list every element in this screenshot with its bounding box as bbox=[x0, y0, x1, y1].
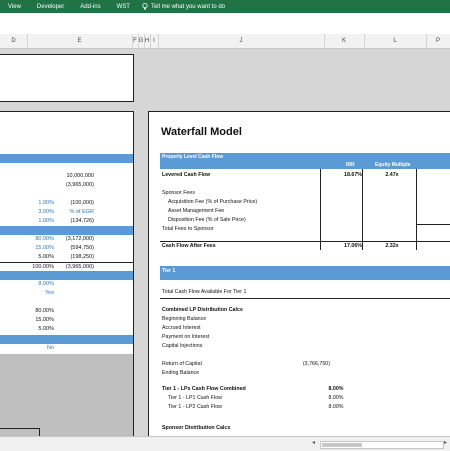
input-row[interactable]: 1.00% (100,000) bbox=[0, 199, 133, 208]
tier-1-header: Tier 1 bbox=[160, 266, 450, 280]
input-row[interactable]: No bbox=[0, 344, 133, 353]
cell-border bbox=[0, 428, 39, 429]
column-header-k[interactable]: K bbox=[324, 34, 365, 48]
input-row[interactable]: 1.00% (134,726) bbox=[0, 217, 133, 226]
tab-wst[interactable]: WST bbox=[109, 4, 138, 10]
tab-add-ins[interactable]: Add-ins bbox=[72, 4, 108, 10]
waterfall-panel: Waterfall Model Property Level Cash Flow… bbox=[148, 111, 450, 443]
scroll-track[interactable] bbox=[320, 441, 444, 449]
combined-lp-row[interactable]: Combined LP Distribution Calcs bbox=[160, 306, 450, 315]
return-of-capital-row[interactable]: Return of Capital (3,766,750) bbox=[160, 360, 450, 369]
column-header-p[interactable]: P bbox=[426, 34, 450, 48]
tell-me-box[interactable]: Tell me what you want to do bbox=[138, 3, 225, 10]
worksheet-area[interactable]: 10,000,000 (3,965,000) 1.00% (100,000) 3.… bbox=[0, 49, 450, 443]
equity-multiple-header: Equity Multiple bbox=[375, 162, 411, 168]
irr-header: IRR bbox=[346, 162, 355, 168]
section-header-bar bbox=[0, 335, 133, 344]
row-divider bbox=[160, 298, 450, 299]
input-row[interactable]: 80.00% (3,172,000) bbox=[0, 235, 133, 244]
section-header-bar bbox=[0, 226, 133, 235]
tell-me-text: Tell me what you want to do bbox=[150, 3, 225, 10]
section-header-bar bbox=[0, 154, 133, 163]
input-row[interactable]: 3.00%% of EGR bbox=[0, 208, 133, 217]
ending-balance-row[interactable]: Ending Balance bbox=[160, 369, 450, 378]
tier-1-lps-row[interactable]: Tier 1 - LPs Cash Flow Combined 8.00% bbox=[160, 385, 450, 394]
acquisition-fee-row[interactable]: Acquisition Fee (% of Purchase Price) bbox=[160, 198, 450, 207]
input-row[interactable]: 15.00% bbox=[0, 316, 133, 325]
input-row[interactable]: 10,000,000 bbox=[0, 172, 133, 181]
tab-view[interactable]: View bbox=[0, 4, 29, 10]
tier-1-lp1-row[interactable]: Tier 1 - LP1 Cash Flow 8.00% bbox=[160, 394, 450, 403]
total-fees-row[interactable]: Total Fees to Sponsor bbox=[160, 225, 450, 234]
input-row[interactable]: 8.00% bbox=[0, 280, 133, 289]
scroll-thumb[interactable] bbox=[322, 443, 362, 447]
column-header-row: D E F G H I J K L P bbox=[0, 34, 450, 49]
sponsor-fees-row[interactable]: Sponsor Fees bbox=[160, 189, 450, 198]
beginning-balance-row[interactable]: Beginning Balance bbox=[160, 315, 450, 324]
payment-interest-row[interactable]: Payment on Interest bbox=[160, 333, 450, 342]
input-row[interactable]: Yes bbox=[0, 289, 133, 298]
property-cash-flow-header: Property Level Cash Flow bbox=[160, 153, 450, 161]
metrics-header: IRR Equity Multiple P bbox=[160, 161, 450, 169]
lightbulb-icon bbox=[142, 3, 148, 10]
left-top-box bbox=[0, 54, 134, 102]
column-header-l[interactable]: L bbox=[364, 34, 427, 48]
section-header-bar bbox=[0, 271, 133, 280]
cash-flow-after-fees-row[interactable]: Cash Flow After Fees 17.06% 2.32x bbox=[160, 241, 450, 251]
scroll-right-icon[interactable]: ▸ bbox=[444, 439, 447, 446]
tier-1-lp2-row[interactable]: Tier 1 - LP2 Cash Flow 8.00% bbox=[160, 403, 450, 412]
horizontal-scrollbar[interactable]: ◂ ▸ bbox=[0, 436, 450, 451]
input-row[interactable]: 15.00% (594,750) bbox=[0, 244, 133, 253]
input-row[interactable]: 5.00% bbox=[0, 325, 133, 334]
asset-management-fee-row[interactable]: Asset Management Fee bbox=[160, 207, 450, 216]
left-inputs-panel: 10,000,000 (3,965,000) 1.00% (100,000) 3.… bbox=[0, 111, 134, 443]
input-row[interactable] bbox=[0, 298, 133, 307]
input-row[interactable]: 5.00% (198,250) bbox=[0, 253, 133, 262]
input-row[interactable]: 80.00% bbox=[0, 307, 133, 316]
total-available-row[interactable]: Total Cash Flow Available For Tier 1 bbox=[160, 288, 450, 297]
tab-developer[interactable]: Developer bbox=[29, 4, 72, 10]
sponsor-distribution-row[interactable]: Sponsor Distribution Calcs bbox=[160, 424, 450, 433]
accrued-interest-row[interactable]: Accrued Interest bbox=[160, 324, 450, 333]
capital-injections-row[interactable]: Capital Injections bbox=[160, 342, 450, 351]
column-header-e[interactable]: E bbox=[27, 34, 133, 48]
input-row[interactable]: (3,965,000) bbox=[0, 181, 133, 190]
scroll-left-icon[interactable]: ◂ bbox=[312, 439, 315, 446]
ribbon-bar: View Developer Add-ins WST Tell me what … bbox=[0, 0, 450, 13]
page-title: Waterfall Model bbox=[161, 126, 242, 138]
column-header-j[interactable]: J bbox=[158, 34, 325, 48]
levered-cash-flow-row[interactable]: Levered Cash Flow 18.67% 2.47x bbox=[160, 171, 450, 180]
ribbon-body bbox=[0, 13, 450, 34]
disposition-fee-row[interactable]: Disposition Fee (% of Sale Price) bbox=[160, 216, 450, 225]
column-header-d[interactable]: D bbox=[0, 34, 28, 48]
